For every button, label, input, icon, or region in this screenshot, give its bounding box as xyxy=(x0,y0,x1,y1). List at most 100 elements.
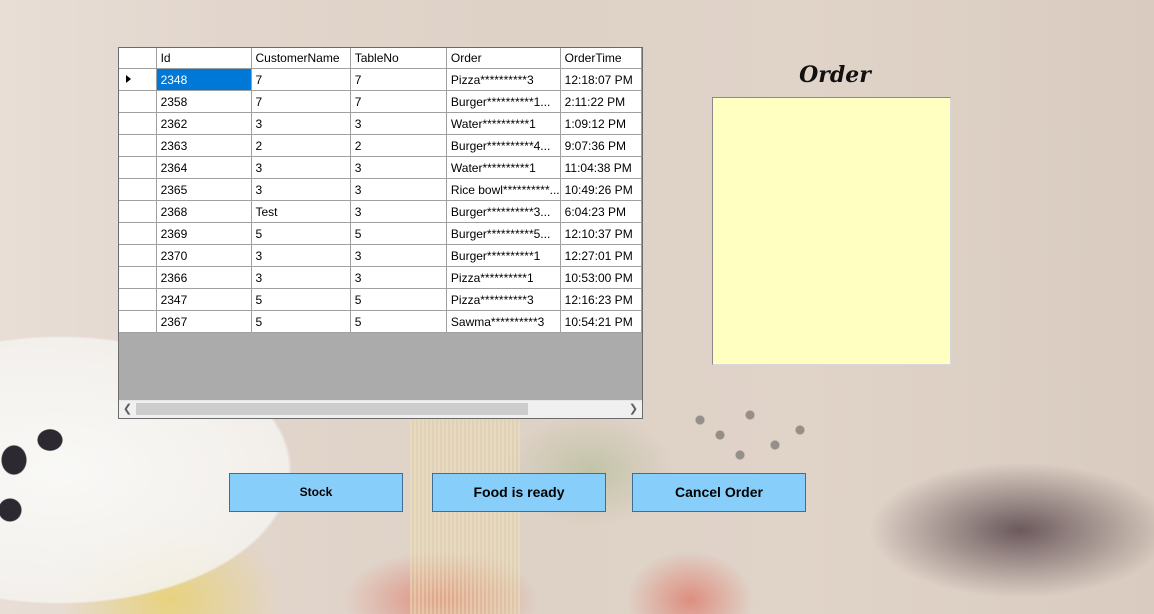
cell-order-time[interactable]: 12:10:37 PM xyxy=(560,222,642,245)
row-header[interactable] xyxy=(119,222,157,245)
row-header[interactable] xyxy=(119,266,157,289)
scroll-left-icon[interactable]: ❮ xyxy=(119,401,136,418)
cell-order-time[interactable]: 10:53:00 PM xyxy=(560,266,642,289)
table-row[interactable]: 2362 3 3 Water**********1 1:09:12 PM xyxy=(119,112,642,135)
column-header-customername[interactable]: CustomerName xyxy=(251,48,351,69)
cell-id[interactable]: 2367 xyxy=(156,310,252,333)
table-row[interactable]: 2364 3 3 Water**********1 11:04:38 PM xyxy=(119,156,642,179)
cell-id[interactable]: 2366 xyxy=(156,266,252,289)
row-header[interactable] xyxy=(119,134,157,157)
cell-order[interactable]: Pizza**********3 xyxy=(446,288,561,311)
cell-order[interactable]: Burger**********5... xyxy=(446,222,561,245)
cell-table-no[interactable]: 3 xyxy=(350,112,447,135)
row-header[interactable] xyxy=(119,112,157,135)
row-header[interactable] xyxy=(119,288,157,311)
row-header[interactable] xyxy=(119,200,157,223)
row-header-corner xyxy=(119,48,157,69)
cell-customer-name[interactable]: 3 xyxy=(251,112,351,135)
stock-button[interactable]: Stock xyxy=(229,473,403,512)
table-row[interactable]: 2348 7 7 Pizza**********3 12:18:07 PM xyxy=(119,68,642,91)
cell-table-no[interactable]: 3 xyxy=(350,200,447,223)
cell-order[interactable]: Pizza**********3 xyxy=(446,68,561,91)
order-details-box[interactable] xyxy=(712,97,951,365)
table-row[interactable]: 2347 5 5 Pizza**********3 12:16:23 PM xyxy=(119,288,642,311)
column-header-order[interactable]: Order xyxy=(446,48,561,69)
cancel-order-button[interactable]: Cancel Order xyxy=(632,473,806,512)
column-header-id[interactable]: Id xyxy=(156,48,252,69)
cell-order[interactable]: Water**********1 xyxy=(446,156,561,179)
cell-order[interactable]: Burger**********4... xyxy=(446,134,561,157)
cell-id[interactable]: 2347 xyxy=(156,288,252,311)
cell-order[interactable]: Burger**********1... xyxy=(446,90,561,113)
row-header[interactable] xyxy=(119,156,157,179)
background-beans xyxy=(680,400,830,480)
cell-customer-name[interactable]: 3 xyxy=(251,156,351,179)
table-row[interactable]: 2366 3 3 Pizza**********1 10:53:00 PM xyxy=(119,266,642,289)
cell-order[interactable]: Sawma**********3 xyxy=(446,310,561,333)
cell-customer-name[interactable]: 3 xyxy=(251,244,351,267)
cell-table-no[interactable]: 5 xyxy=(350,222,447,245)
food-ready-button[interactable]: Food is ready xyxy=(432,473,606,512)
cell-table-no[interactable]: 3 xyxy=(350,156,447,179)
cell-customer-name[interactable]: 5 xyxy=(251,310,351,333)
cell-id[interactable]: 2368 xyxy=(156,200,252,223)
cell-order-time[interactable]: 12:16:23 PM xyxy=(560,288,642,311)
row-header[interactable] xyxy=(119,310,157,333)
cell-table-no[interactable]: 7 xyxy=(350,68,447,91)
cell-id[interactable]: 2362 xyxy=(156,112,252,135)
cell-id[interactable]: 2363 xyxy=(156,134,252,157)
cell-customer-name[interactable]: 5 xyxy=(251,222,351,245)
cell-customer-name[interactable]: Test xyxy=(251,200,351,223)
cell-customer-name[interactable]: 5 xyxy=(251,288,351,311)
cell-id[interactable]: 2364 xyxy=(156,156,252,179)
cell-id[interactable]: 2370 xyxy=(156,244,252,267)
cell-order-time[interactable]: 10:54:21 PM xyxy=(560,310,642,333)
cell-table-no[interactable]: 3 xyxy=(350,266,447,289)
cell-id[interactable]: 2348 xyxy=(156,68,252,91)
cell-id[interactable]: 2358 xyxy=(156,90,252,113)
cell-order-time[interactable]: 12:18:07 PM xyxy=(560,68,642,91)
horizontal-scrollbar[interactable]: ❮ ❯ xyxy=(119,400,642,418)
table-row[interactable]: 2368 Test 3 Burger**********3... 6:04:23 PM xyxy=(119,200,642,223)
cell-order-time[interactable]: 12:27:01 PM xyxy=(560,244,642,267)
table-row[interactable]: 2363 2 2 Burger**********4... 9:07:36 PM xyxy=(119,134,642,157)
cell-order[interactable]: Burger**********1 xyxy=(446,244,561,267)
cell-table-no[interactable]: 3 xyxy=(350,244,447,267)
cell-order-time[interactable]: 6:04:23 PM xyxy=(560,200,642,223)
cell-table-no[interactable]: 5 xyxy=(350,310,447,333)
column-header-ordertime[interactable]: OrderTime xyxy=(560,48,642,69)
scrollbar-thumb[interactable] xyxy=(136,403,528,415)
cell-customer-name[interactable]: 3 xyxy=(251,266,351,289)
row-header[interactable] xyxy=(119,90,157,113)
cell-order[interactable]: Rice bowl**********... xyxy=(446,178,561,201)
row-header[interactable] xyxy=(119,68,157,91)
cell-table-no[interactable]: 2 xyxy=(350,134,447,157)
cell-order-time[interactable]: 2:11:22 PM xyxy=(560,90,642,113)
cell-order[interactable]: Water**********1 xyxy=(446,112,561,135)
scroll-right-icon[interactable]: ❯ xyxy=(625,401,642,418)
cell-order-time[interactable]: 9:07:36 PM xyxy=(560,134,642,157)
cell-table-no[interactable]: 3 xyxy=(350,178,447,201)
cell-order[interactable]: Pizza**********1 xyxy=(446,266,561,289)
cell-order-time[interactable]: 11:04:38 PM xyxy=(560,156,642,179)
cell-order-time[interactable]: 10:49:26 PM xyxy=(560,178,642,201)
table-row[interactable]: 2358 7 7 Burger**********1... 2:11:22 PM xyxy=(119,90,642,113)
row-header[interactable] xyxy=(119,178,157,201)
cell-order-time[interactable]: 1:09:12 PM xyxy=(560,112,642,135)
cell-customer-name[interactable]: 2 xyxy=(251,134,351,157)
cell-customer-name[interactable]: 3 xyxy=(251,178,351,201)
cell-id[interactable]: 2365 xyxy=(156,178,252,201)
table-row[interactable]: 2367 5 5 Sawma**********3 10:54:21 PM xyxy=(119,310,642,333)
column-header-tableno[interactable]: TableNo xyxy=(350,48,447,69)
cell-id[interactable]: 2369 xyxy=(156,222,252,245)
row-header[interactable] xyxy=(119,244,157,267)
table-row[interactable]: 2369 5 5 Burger**********5... 12:10:37 PM xyxy=(119,222,642,245)
orders-grid[interactable]: Id CustomerName TableNo Order OrderTime … xyxy=(118,47,643,419)
cell-customer-name[interactable]: 7 xyxy=(251,90,351,113)
cell-order[interactable]: Burger**********3... xyxy=(446,200,561,223)
table-row[interactable]: 2370 3 3 Burger**********1 12:27:01 PM xyxy=(119,244,642,267)
table-row[interactable]: 2365 3 3 Rice bowl**********... 10:49:26 PM xyxy=(119,178,642,201)
cell-table-no[interactable]: 5 xyxy=(350,288,447,311)
cell-customer-name[interactable]: 7 xyxy=(251,68,351,91)
cell-table-no[interactable]: 7 xyxy=(350,90,447,113)
